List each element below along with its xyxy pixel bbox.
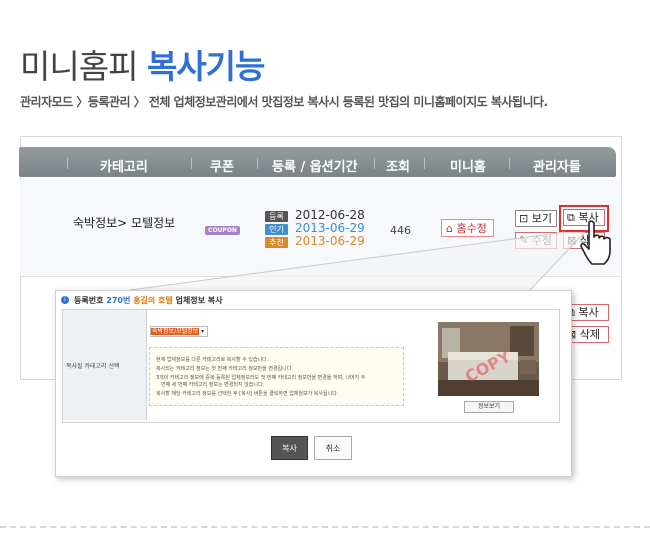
- dialog-title-suffix: 업체정보 복사: [175, 296, 223, 305]
- dialog-title-prefix: 등록번호: [74, 296, 104, 305]
- note-item: 현재 업체정보를 다른 카테고리로 복사할 수 있습니다.: [156, 357, 269, 363]
- dialog-copy-button[interactable]: 복사: [271, 436, 308, 460]
- view-info-button[interactable]: 정보보기: [464, 401, 514, 413]
- dialog-title-number: 270번: [106, 296, 131, 305]
- dialog-title: 등록번호 270번 홍길의 호텔 업체정보 복사: [74, 295, 222, 306]
- note-item: 3개의 카테고리 정보에 중복 등록된 업체정보라도 첫 번째 카테고리 정보만…: [156, 375, 366, 381]
- category-select[interactable]: 숙박정보/모텔정보 ▾: [150, 326, 208, 337]
- note-item: 번째 세 번째 카테고리 정보는 변경되지 않습니다.: [161, 382, 265, 388]
- note-item: 복사할 해당 카테고리 정보를 선택한 후 [복사] 버튼을 클릭하면 업체정보…: [156, 391, 339, 397]
- form-label: 복사될 카테고리 선택: [66, 363, 120, 370]
- chevron-down-icon: ▾: [201, 328, 205, 335]
- note-item: 복사되는 카테고리 정보는 첫 번째 카테고리 정보만을 변경됩니다.: [156, 366, 293, 372]
- hotel-photo: COPY: [438, 322, 539, 396]
- info-icon: i: [61, 296, 69, 304]
- hand-cursor-icon: [580, 220, 611, 265]
- dialog-cancel-button[interactable]: 취소: [314, 436, 352, 460]
- dialog-title-name: 홍길의 호텔: [133, 296, 173, 305]
- category-select-value: 숙박정보/모텔정보: [151, 328, 200, 335]
- bottom-divider: [0, 526, 650, 528]
